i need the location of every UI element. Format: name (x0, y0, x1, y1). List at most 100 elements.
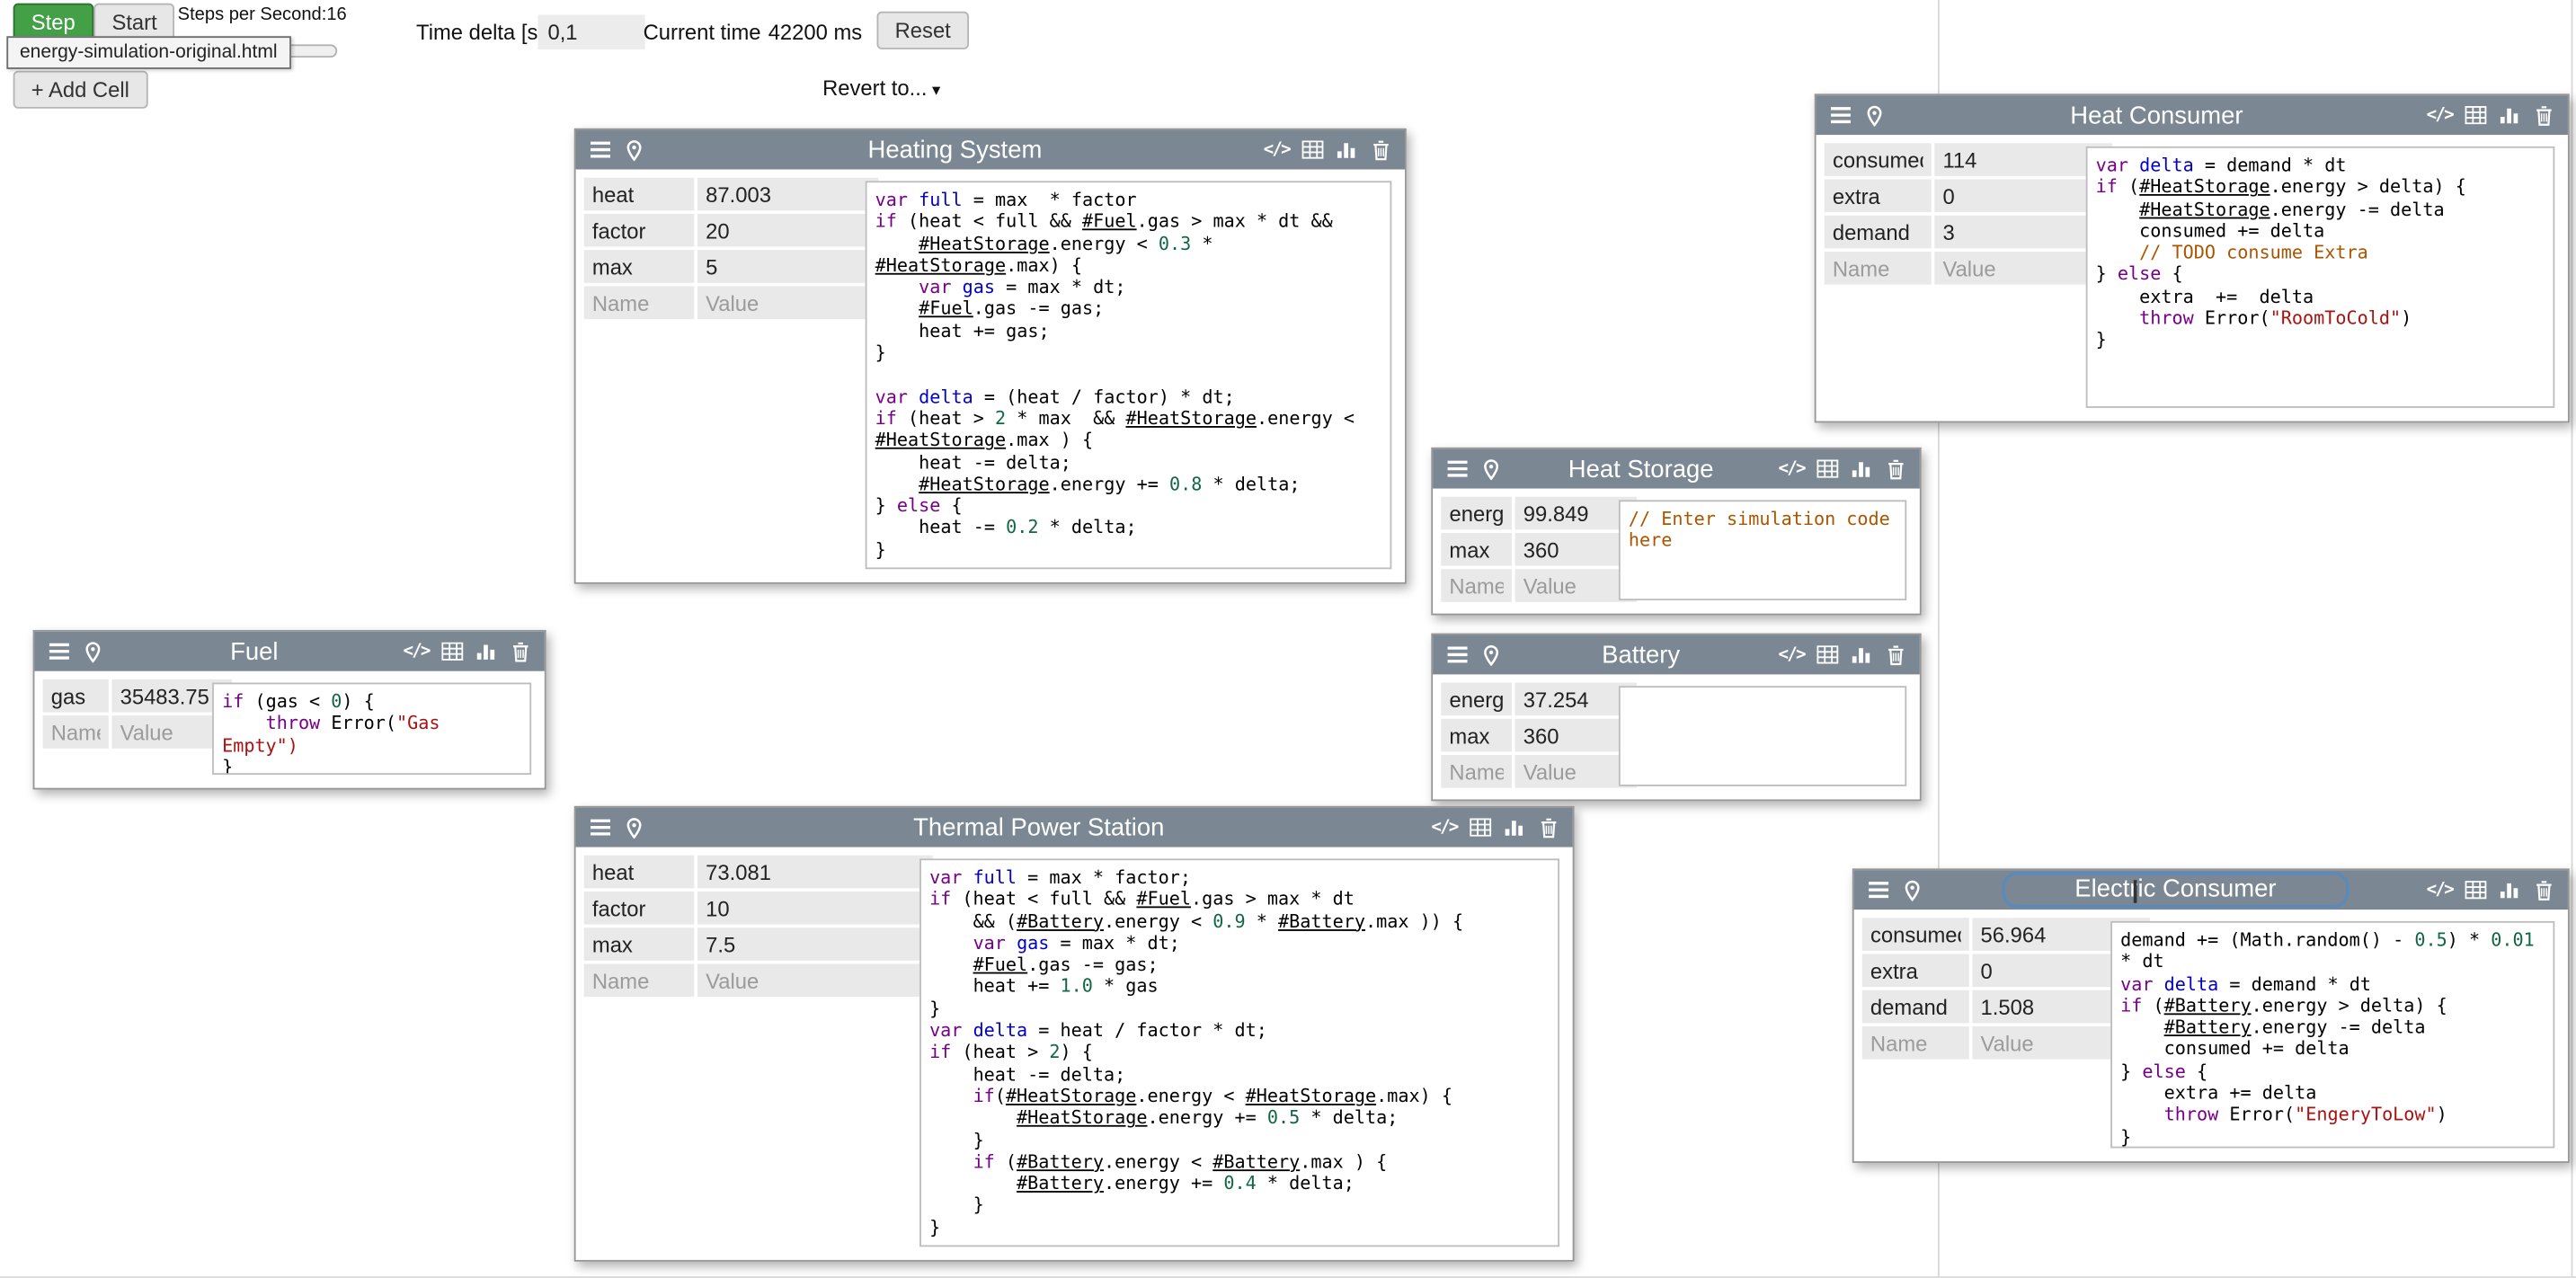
cell-title[interactable]: Electric Consumer (1934, 872, 2416, 908)
cell-header[interactable]: Fuel </> (34, 632, 544, 671)
pin-icon[interactable] (1479, 457, 1503, 481)
code-editor[interactable]: var full = max * factorif (heat < full &… (866, 181, 1392, 569)
cell-electric-consumer[interactable]: Electric Consumer </> dema (1852, 868, 2570, 1163)
cell-fuel[interactable]: Fuel </> if (gas < 0) { throw Error("Gas… (33, 630, 546, 790)
menu-icon[interactable] (1865, 877, 1889, 901)
trash-icon[interactable] (2532, 877, 2556, 901)
field-value-input[interactable] (697, 892, 933, 925)
field-name-input[interactable] (1441, 719, 1512, 752)
pin-icon[interactable] (1900, 877, 1924, 901)
cell-heat-storage[interactable]: Heat Storage </> // Enter simulation cod… (1431, 448, 1921, 616)
menu-icon[interactable] (46, 639, 70, 663)
code-editor[interactable]: demand += (Math.random() - 0.5) * 0.01* … (2110, 921, 2554, 1149)
field-name-input[interactable] (584, 214, 695, 247)
code-editor[interactable]: // Enter simulation code here (1619, 500, 1906, 600)
field-name-input[interactable] (43, 679, 109, 713)
chart-icon[interactable] (1334, 138, 1358, 162)
cell-header[interactable]: Battery </> (1433, 635, 1920, 674)
chart-icon[interactable] (1849, 457, 1873, 481)
field-value-input[interactable] (697, 286, 878, 319)
chart-icon[interactable] (2497, 877, 2521, 901)
code-icon[interactable]: </> (403, 639, 429, 663)
cell-header[interactable]: Heat Storage </> (1433, 449, 1920, 489)
field-name-input[interactable] (1862, 918, 1969, 951)
field-name-input[interactable] (1825, 216, 1932, 249)
pin-icon[interactable] (81, 639, 105, 663)
field-name-input[interactable] (584, 286, 695, 319)
field-name-input[interactable] (584, 856, 695, 889)
cell-title[interactable]: Battery (1514, 641, 1769, 669)
chart-icon[interactable] (1502, 815, 1526, 839)
trash-icon[interactable] (509, 639, 533, 663)
chart-icon[interactable] (474, 639, 498, 663)
field-name-input[interactable] (1441, 497, 1512, 530)
code-editor[interactable]: if (gas < 0) { throw Error("GasEmpty")} (212, 683, 531, 775)
cell-header[interactable]: Heating System </> (576, 130, 1405, 170)
cell-title[interactable]: Heat Consumer (1896, 102, 2416, 129)
trash-icon[interactable] (1536, 815, 1560, 839)
time-delta-input[interactable] (537, 14, 644, 49)
field-value-input[interactable] (697, 250, 878, 283)
trash-icon[interactable] (1884, 457, 1908, 481)
field-name-input[interactable] (584, 178, 695, 211)
table-icon[interactable] (2463, 877, 2487, 901)
menu-icon[interactable] (587, 138, 611, 162)
table-icon[interactable] (1815, 643, 1839, 667)
field-name-input[interactable] (1862, 954, 1969, 988)
menu-icon[interactable] (1444, 457, 1469, 481)
trash-icon[interactable] (2532, 102, 2556, 127)
field-name-input[interactable] (1862, 990, 1969, 1024)
add-cell-button[interactable]: + Add Cell (13, 71, 147, 109)
field-value-input[interactable] (697, 178, 878, 211)
cell-header[interactable]: Thermal Power Station </> (576, 808, 1573, 848)
field-name-input[interactable] (1441, 533, 1512, 566)
table-icon[interactable] (1468, 815, 1492, 839)
field-name-input[interactable] (43, 715, 109, 749)
field-value-input[interactable] (697, 963, 933, 997)
field-name-input[interactable] (1441, 683, 1512, 716)
code-icon[interactable]: </> (1264, 138, 1290, 162)
code-icon[interactable]: </> (1431, 815, 1457, 839)
field-name-input[interactable] (1825, 143, 1932, 176)
cell-title[interactable]: Thermal Power Station (656, 813, 1421, 841)
field-name-input[interactable] (584, 963, 695, 997)
field-name-input[interactable] (1825, 252, 1932, 285)
field-name-input[interactable] (1441, 569, 1512, 602)
pin-icon[interactable] (622, 815, 646, 839)
chart-icon[interactable] (1849, 643, 1873, 667)
pin-icon[interactable] (622, 138, 646, 162)
code-icon[interactable]: </> (1779, 457, 1805, 481)
table-icon[interactable] (2463, 102, 2487, 127)
field-value-input[interactable] (697, 214, 878, 247)
cell-title[interactable]: Heating System (656, 136, 1253, 164)
cell-heating-system[interactable]: Heating System </> var ful (574, 129, 1407, 584)
field-name-input[interactable] (584, 927, 695, 961)
field-name-input[interactable] (584, 892, 695, 925)
revert-dropdown[interactable]: Revert to...▾ (822, 75, 940, 100)
code-editor[interactable] (1619, 686, 1906, 786)
field-value-input[interactable] (697, 927, 933, 961)
code-icon[interactable]: </> (2427, 102, 2453, 127)
table-icon[interactable] (440, 639, 464, 663)
code-icon[interactable]: </> (1779, 643, 1805, 667)
field-value-input[interactable] (697, 856, 933, 889)
title-edit-box[interactable]: Electric Consumer (2003, 872, 2349, 908)
menu-icon[interactable] (1444, 643, 1469, 667)
trash-icon[interactable] (1369, 138, 1393, 162)
field-name-input[interactable] (1862, 1026, 1969, 1060)
table-icon[interactable] (1300, 138, 1324, 162)
cell-title[interactable]: Fuel (115, 637, 393, 665)
field-name-input[interactable] (1441, 755, 1512, 788)
trash-icon[interactable] (1884, 643, 1908, 667)
chart-icon[interactable] (2497, 102, 2521, 127)
reset-button[interactable]: Reset (876, 12, 968, 49)
code-editor[interactable]: var delta = demand * dtif (#HeatStorage.… (2086, 146, 2555, 408)
field-name-input[interactable] (584, 250, 695, 283)
cell-battery[interactable]: Battery </> (1431, 634, 1921, 802)
pin-icon[interactable] (1479, 643, 1503, 667)
menu-icon[interactable] (587, 815, 611, 839)
cell-heat-consumer[interactable]: Heat Consumer </> var delt (1815, 93, 2570, 422)
code-icon[interactable]: </> (2427, 877, 2453, 901)
cell-header[interactable]: Electric Consumer </> (1854, 870, 2568, 910)
table-icon[interactable] (1815, 457, 1839, 481)
